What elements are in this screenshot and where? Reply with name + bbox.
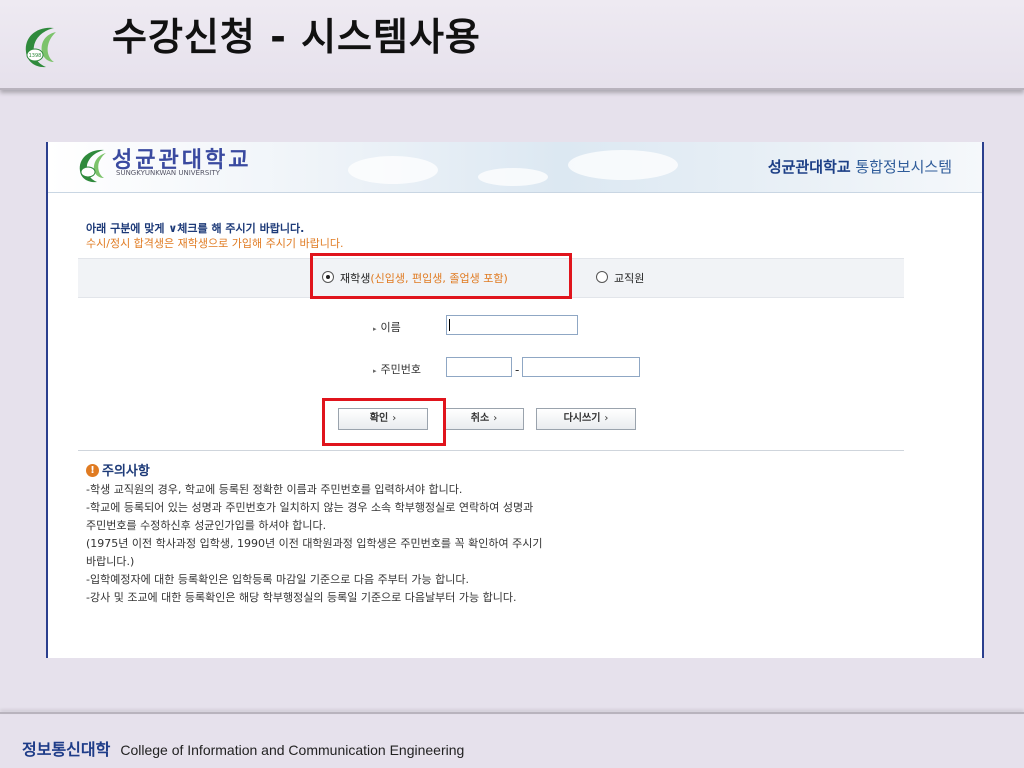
instruction-line-1: 아래 구분에 맞게 ∨체크를 해 주시기 바랍니다. [86, 222, 305, 235]
instruction-line-2: 수시/정시 합격생은 재학생으로 가입해 주시기 바랍니다. [86, 237, 344, 250]
text-cursor [449, 319, 450, 331]
confirm-button-highlight [322, 398, 446, 446]
divider [78, 450, 904, 451]
svg-text:1398: 1398 [29, 53, 42, 59]
rrn-front-input[interactable] [446, 357, 512, 377]
footer-college-ko: 정보통신대학 [22, 740, 111, 759]
site-banner: 성균관대학교 SUNGKYUNKWAN UNIVERSITY 성균관대학교 통합… [48, 142, 982, 193]
notice-list: -학생 교직원의 경우, 학교에 등록된 정확한 이름과 주민번호를 입력하셔야… [86, 481, 846, 607]
slide-title: 수강신청 - 시스템사용 [112, 15, 481, 59]
name-field-label: ▸ 이름 [373, 321, 401, 334]
rrn-back-input[interactable] [522, 357, 640, 377]
staff-radio[interactable] [596, 271, 608, 283]
student-option-highlight [310, 253, 572, 299]
footer-college-en: College of Information and Communication… [120, 742, 465, 758]
name-input[interactable] [446, 315, 578, 335]
notice-line: -입학예정자에 대한 등록확인은 입학등록 마감일 기준으로 다음 주부터 가능… [86, 573, 470, 586]
rewrite-button[interactable]: 다시쓰기 › [536, 408, 636, 430]
rrn-separator: - [515, 363, 520, 377]
slide-header: 1398 수강신청 - 시스템사용 [0, 0, 1024, 90]
university-logo-icon [79, 149, 106, 183]
registration-window: 성균관대학교 SUNGKYUNKWAN UNIVERSITY 성균관대학교 통합… [46, 142, 984, 658]
notice-line: -강사 및 조교에 대한 등록확인은 해당 학부행정실의 등록일 기준으로 다음… [86, 591, 517, 604]
notice-line: -학교에 등록되어 있는 성명과 주민번호가 일치하지 않는 경우 소속 학부행… [86, 501, 534, 514]
notice-line: 주민번호를 수정하신후 성균인가입를 하셔야 합니다. [86, 519, 327, 532]
cancel-button[interactable]: 취소 › [444, 408, 524, 430]
warning-icon: ! [86, 464, 99, 477]
staff-option-label[interactable]: 교직원 [614, 270, 644, 286]
notice-line: -학생 교직원의 경우, 학교에 등록된 정확한 이름과 주민번호를 입력하셔야… [86, 483, 463, 496]
footer-divider [0, 712, 1024, 714]
system-title: 성균관대학교 통합정보시스템 [767, 158, 952, 176]
notice-line: 바랍니다.) [86, 555, 135, 568]
university-name-en: SUNGKYUNKWAN UNIVERSITY [116, 169, 220, 177]
notice-line: (1975년 이전 학사과정 입학생, 1990년 이전 대학원과정 입학생은 … [86, 537, 543, 550]
slide-footer: 정보통신대학 College of Information and Communi… [22, 736, 464, 760]
university-logo-icon: 1398 [25, 27, 56, 68]
notice-title: 주의사항 [102, 464, 150, 479]
rrn-field-label: ▸ 주민번호 [373, 363, 421, 376]
